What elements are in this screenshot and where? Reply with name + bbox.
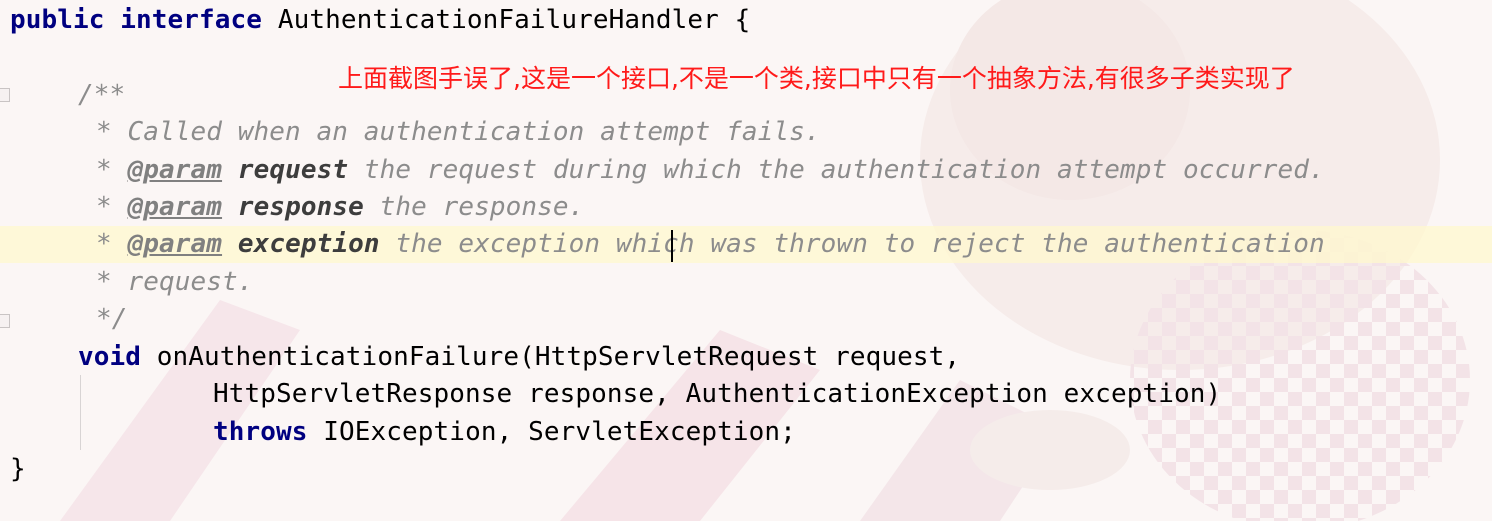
closing-brace: } <box>10 454 26 484</box>
param-tag: @param <box>127 192 223 222</box>
param-description: the request during which the authenticat… <box>348 155 1325 185</box>
param-name: response <box>237 192 364 222</box>
method-signature: void onAuthenticationFailure(HttpServlet… <box>78 339 960 376</box>
javadoc-star: * <box>96 229 128 259</box>
javadoc-star: * <box>96 155 128 185</box>
param-description: the response. <box>363 192 585 222</box>
throws-clause: throws IOException, ServletException; <box>213 414 796 451</box>
fold-marker-icon[interactable] <box>0 314 10 328</box>
code-line-1: public interface AuthenticationFailureHa… <box>10 2 750 39</box>
text-caret <box>671 230 673 262</box>
param-tag: @param <box>127 229 223 259</box>
fold-marker-icon[interactable] <box>0 88 10 102</box>
indent-guide <box>80 375 81 450</box>
keyword: public interface <box>10 5 263 35</box>
javadoc-param-request: * @param request the request during whic… <box>96 152 1325 189</box>
javadoc-open: /** <box>78 80 126 110</box>
javadoc-star: * <box>96 192 128 222</box>
exception-list: IOException, ServletException; <box>307 417 796 447</box>
javadoc-param-response: * @param response the response. <box>96 189 584 226</box>
javadoc-param-exception: * @param exception the exception which w… <box>96 226 1325 263</box>
param-name: request <box>237 155 349 185</box>
method-name-and-params: onAuthenticationFailure(HttpServletReque… <box>141 342 961 372</box>
method-params-continued: HttpServletResponse response, Authentica… <box>213 379 1222 409</box>
param-tag: @param <box>127 155 223 185</box>
param-name: exception <box>237 229 380 259</box>
param-description: the exception which was thrown to reject… <box>379 229 1325 259</box>
javadoc-continuation: * request. <box>96 267 254 297</box>
keyword: throws <box>213 417 308 447</box>
javadoc-close: */ <box>96 304 128 334</box>
javadoc-summary: * Called when an authentication attempt … <box>96 117 821 147</box>
interface-declaration: AuthenticationFailureHandler { <box>262 5 751 35</box>
keyword: void <box>78 342 142 372</box>
annotation-note: 上面截图手误了,这是一个接口,不是一个类,接口中只有一个抽象方法,有很多子类实现… <box>338 64 1295 93</box>
